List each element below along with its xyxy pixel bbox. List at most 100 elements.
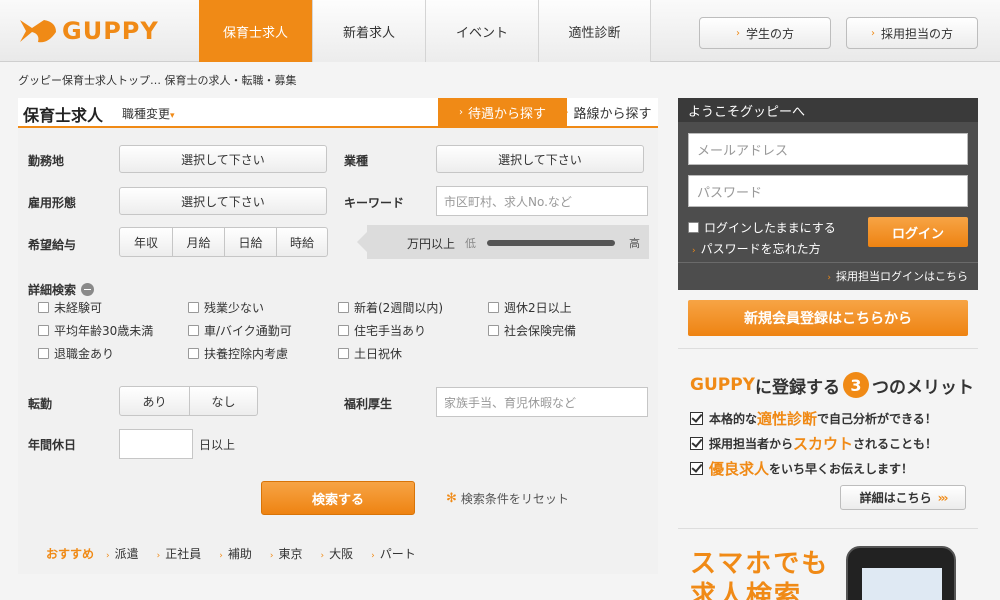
merit-detail-button[interactable]: 詳細はこちら ››› <box>840 485 966 510</box>
checkbox-less-overtime[interactable]: 残業少ない <box>188 299 264 316</box>
salary-type-hourly[interactable]: 時給 <box>276 228 327 256</box>
merit-item-highlight: 適性診断 <box>757 410 818 428</box>
merit-item: 優良求人 をいち早くお伝えします！ <box>690 458 913 479</box>
checkbox-icon <box>338 302 349 313</box>
merit-item: 採用担当者から スカウト されることも！ <box>690 433 937 454</box>
employer-login-label: 採用担当ログインはこちら <box>836 270 968 283</box>
merit-item-post: されることも！ <box>853 437 938 451</box>
salary-type-daily[interactable]: 日給 <box>224 228 276 256</box>
salary-slider[interactable] <box>487 240 615 246</box>
recommend-item-label: 補助 <box>227 546 252 561</box>
salary-type-monthly[interactable]: 月給 <box>172 228 224 256</box>
logo-text: GUPPY <box>62 17 159 45</box>
checkbox-no-experience[interactable]: 未経験可 <box>38 299 102 316</box>
checkbox-label: 残業少ない <box>204 301 265 315</box>
forgot-password-label: パスワードを忘れた方 <box>700 242 821 256</box>
welfare-label: 福利厚生 <box>344 397 393 411</box>
recommend-item[interactable]: › 大阪 <box>321 545 354 562</box>
checkbox-icon <box>38 348 49 359</box>
checkbox-label: 車/バイク通勤可 <box>204 324 292 338</box>
chevron-right-icon: › <box>692 246 696 256</box>
search-panel: 保育士求人 職種変更▾ › 待遇から探す › 路線から探す 勤務地 選択して下さ… <box>18 98 658 574</box>
merit-item-post: をいち早くお伝えします！ <box>769 462 914 476</box>
checkbox-checked-icon <box>690 462 703 475</box>
email-field[interactable]: メールアドレス <box>688 133 968 165</box>
employment-select[interactable]: 選択して下さい <box>119 187 327 215</box>
employer-button-label: 採用担当の方 <box>880 26 953 41</box>
merit-item-highlight: 優良求人 <box>709 460 770 478</box>
holidays-input[interactable] <box>119 429 193 459</box>
password-field[interactable]: パスワード <box>688 175 968 207</box>
checkbox-icon <box>188 325 199 336</box>
employer-login-link[interactable]: › 採用担当ログインはこちら <box>827 268 968 284</box>
location-select[interactable]: 選択して下さい <box>119 145 327 173</box>
checkbox-label: 住宅手当あり <box>354 324 427 338</box>
recommend-item[interactable]: › 派遣 <box>106 545 139 562</box>
employer-button[interactable]: › 採用担当の方 <box>846 17 978 49</box>
detail-search-toggle[interactable]: 詳細検索 <box>28 281 95 298</box>
job-change-link[interactable]: 職種変更▾ <box>122 105 175 122</box>
chevron-right-icon: › <box>269 550 274 561</box>
nav-tab-nursery-jobs[interactable]: 保育士求人 <box>199 0 312 62</box>
checkbox-label: 未経験可 <box>54 301 103 315</box>
phone-screen <box>862 568 942 600</box>
nav-tab-events[interactable]: イベント <box>425 0 538 62</box>
merit-item: 本格的な 適性診断 で自己分析ができる！ <box>690 408 937 429</box>
tab-search-by-treatment[interactable]: › 待遇から探す <box>438 98 567 126</box>
nav-tab-new-jobs[interactable]: 新着求人 <box>312 0 425 62</box>
checkbox-housing-allowance[interactable]: 住宅手当あり <box>338 322 426 339</box>
recommend-item-label: 派遣 <box>114 546 139 561</box>
checkbox-label: 新着(2週間以内) <box>354 301 443 315</box>
transfer-no[interactable]: なし <box>189 387 257 415</box>
checkbox-dependent-deduction[interactable]: 扶養控除内考慮 <box>188 345 288 362</box>
transfer-yes[interactable]: あり <box>120 387 189 415</box>
checkbox-2days-off[interactable]: 週休2日以上 <box>488 299 572 316</box>
checkbox-weekend-holidays-off[interactable]: 土日祝休 <box>338 345 402 362</box>
register-button[interactable]: 新規会員登録はこちらから <box>688 300 968 336</box>
checkbox-label: 扶養控除内考慮 <box>204 347 289 361</box>
location-label: 勤務地 <box>28 154 65 168</box>
student-button[interactable]: › 学生の方 <box>699 17 831 49</box>
guppy-logo[interactable]: GUPPY <box>18 14 159 48</box>
salary-type-annual[interactable]: 年収 <box>120 228 172 256</box>
checkbox-icon <box>488 302 499 313</box>
transfer-label: 転勤 <box>28 397 53 411</box>
checkbox-label: 退職金あり <box>54 347 115 361</box>
recommend-item[interactable]: › 正社員 <box>157 545 202 562</box>
holidays-suffix: 日以上 <box>199 438 236 452</box>
checkbox-checked-icon <box>690 412 703 425</box>
search-button[interactable]: 検索する <box>261 481 415 515</box>
keyword-label: キーワード <box>344 196 405 210</box>
breadcrumb[interactable]: グッピー保育士求人トップ… 保育士の求人・転職・募集 <box>18 72 297 88</box>
transfer-segment: あり なし <box>119 386 258 416</box>
triple-chevron-icon: ››› <box>937 490 949 505</box>
checkbox-retirement-pay[interactable]: 退職金あり <box>38 345 114 362</box>
recommend-item[interactable]: › 東京 <box>270 545 303 562</box>
recommend-item[interactable]: › 補助 <box>219 545 252 562</box>
nav-tab-aptitude[interactable]: 適性診断 <box>538 0 651 62</box>
checkbox-new-2weeks[interactable]: 新着(2週間以内) <box>338 299 443 316</box>
reset-conditions-link[interactable]: ✻ 検索条件をリセット <box>446 490 569 507</box>
smartphone-promo[interactable]: スマホでも 求人検索 <box>690 548 829 600</box>
job-change-label: 職種変更 <box>122 107 171 121</box>
smartphone-image <box>846 546 956 600</box>
keyword-input[interactable]: 市区町村、求人No.など <box>436 186 648 216</box>
login-button[interactable]: ログイン <box>868 217 968 247</box>
salary-low-label: 低 <box>465 237 476 250</box>
forgot-password-link[interactable]: › パスワードを忘れた方 <box>692 240 821 257</box>
recommend-label: おすすめ <box>46 546 95 561</box>
checkbox-avg-age-under-30[interactable]: 平均年齢30歳未満 <box>38 322 153 339</box>
keep-logged-in-checkbox[interactable]: ログインしたままにする <box>688 219 836 236</box>
checkbox-social-insurance[interactable]: 社会保険完備 <box>488 322 576 339</box>
checkbox-label: 社会保険完備 <box>504 324 577 338</box>
tab-search-by-route[interactable]: › 路線から探す <box>558 98 658 126</box>
recommend-item[interactable]: › パート <box>371 545 416 562</box>
salary-type-segment: 年収 月給 日給 時給 <box>119 227 328 257</box>
reset-label: 検索条件をリセット <box>460 492 569 506</box>
recommend-item-label: パート <box>379 546 416 561</box>
welfare-input[interactable]: 家族手当、育児休暇など <box>436 387 648 417</box>
checkbox-car-commute[interactable]: 車/バイク通勤可 <box>188 322 292 339</box>
merit-title-mid: に登録する <box>755 377 840 398</box>
business-select[interactable]: 選択して下さい <box>436 145 644 173</box>
collapse-minus-icon <box>81 283 95 296</box>
